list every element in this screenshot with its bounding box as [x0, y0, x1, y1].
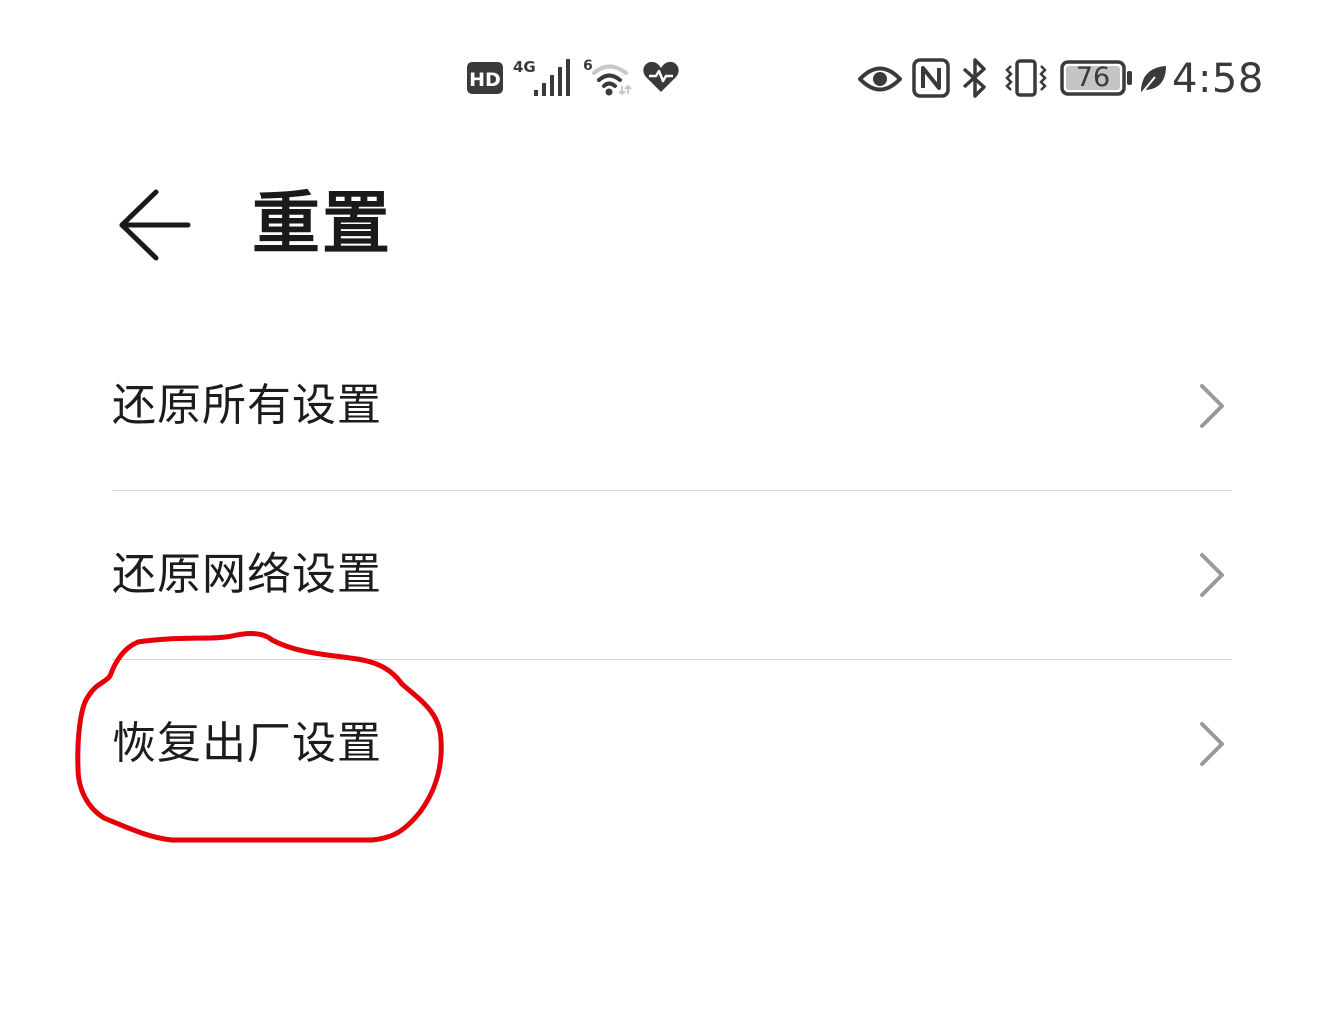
clock-time: 4:58: [1172, 56, 1264, 102]
back-arrow-icon: [119, 189, 191, 261]
wifi-icon: 6: [583, 58, 632, 96]
hd-label: HD: [469, 69, 501, 91]
reset-network-settings-label: 还原网络设置: [112, 549, 382, 600]
factory-reset-label: 恢复出厂设置: [112, 718, 382, 769]
battery-level: 76: [1075, 62, 1111, 93]
chevron-right-icon: [1200, 722, 1224, 766]
reset-network-settings-item[interactable]: 还原网络设置: [112, 490, 1232, 659]
chevron-right-icon: [1200, 384, 1224, 428]
reset-all-settings-label: 还原所有设置: [112, 380, 382, 431]
network-type-label: 4G: [513, 58, 536, 76]
wifi-version-label: 6: [583, 58, 593, 74]
factory-reset-item[interactable]: 恢复出厂设置: [112, 659, 1232, 828]
chevron-right-icon: [1200, 553, 1224, 597]
vibrate-icon: [1005, 59, 1047, 97]
page-title: 重置: [252, 185, 393, 264]
back-button[interactable]: [108, 180, 198, 270]
power-saving-leaf-icon: [1140, 66, 1166, 95]
reset-all-settings-item[interactable]: 还原所有设置: [112, 322, 1232, 490]
signal-icon: 4G: [513, 58, 570, 96]
reset-options-list: 还原所有设置 还原网络设置 恢复出厂设置: [112, 322, 1232, 828]
hd-icon: HD: [467, 62, 503, 94]
status-bar: HD 4G 6 76 4:58: [0, 0, 1343, 150]
health-heart-icon: [643, 61, 679, 92]
bluetooth-icon: [962, 58, 986, 98]
eye-comfort-icon: [858, 66, 902, 92]
nfc-icon: [912, 58, 950, 98]
